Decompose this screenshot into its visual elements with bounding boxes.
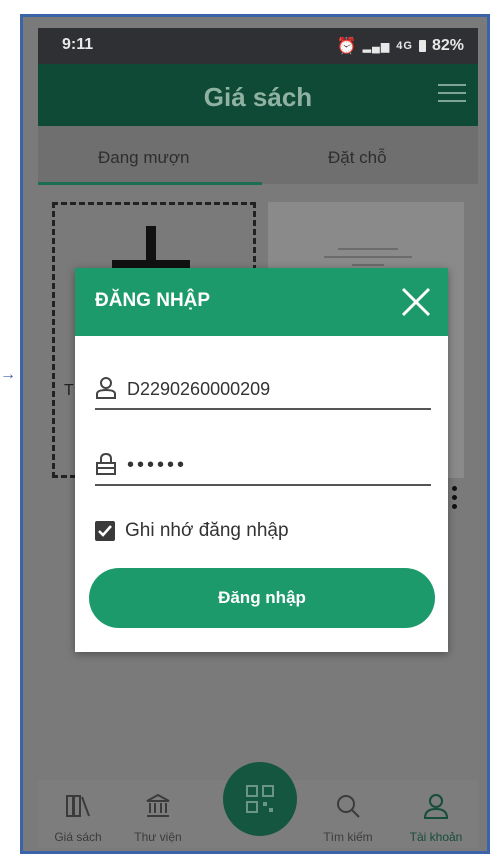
signal-icon: ▂▄▆ — [362, 40, 391, 53]
qr-scan-button[interactable] — [223, 762, 297, 836]
tab-reservations[interactable]: Đặt chỗ — [328, 148, 387, 168]
nav-label-library: Thư viện — [134, 830, 182, 844]
battery-percent: 82% — [431, 37, 464, 54]
status-bar: 9:11 ⏰ ▂▄▆ 4G 82% — [38, 28, 478, 64]
nav-label-bookshelf: Giá sách — [54, 830, 102, 844]
tab-bar: Đang mượn Đặt chỗ — [38, 126, 478, 184]
login-button[interactable]: Đăng nhập — [89, 568, 435, 628]
username-input[interactable] — [125, 374, 419, 404]
alarm-icon: ⏰ — [336, 38, 357, 55]
page-title: Giá sách — [203, 82, 313, 112]
dialog-title: ĐĂNG NHẬP — [95, 290, 211, 311]
tab-borrowing[interactable]: Đang mượn — [98, 148, 190, 168]
battery-icon — [418, 40, 426, 52]
status-right: ⏰ ▂▄▆ 4G 82% — [337, 36, 464, 56]
nav-label-account: Tài khoản — [409, 830, 463, 844]
more-options-icon[interactable] — [452, 486, 458, 513]
username-field — [95, 368, 431, 410]
menu-icon[interactable] — [438, 84, 466, 106]
remember-login-toggle[interactable]: Ghi nhớ đăng nhập — [95, 520, 289, 542]
status-time: 9:11 — [62, 36, 94, 53]
dialog-header: ĐĂNG NHẬP — [75, 268, 448, 336]
card-label-partial: T — [64, 382, 74, 399]
nav-item-account[interactable]: Tài khoản — [396, 780, 476, 848]
password-input[interactable] — [125, 450, 419, 480]
nav-label-search: Tìm kiếm — [323, 830, 373, 844]
checkmark-icon — [98, 525, 112, 537]
library-icon — [146, 793, 170, 817]
qr-scan-icon — [246, 785, 274, 813]
network-type: 4G — [396, 40, 413, 52]
app-bar: Giá sách — [38, 64, 478, 126]
nav-item-library[interactable]: Thư viện — [118, 780, 198, 848]
nav-item-search[interactable]: Tìm kiếm — [308, 780, 388, 848]
remember-label: Ghi nhớ đăng nhập — [125, 520, 289, 541]
bookshelf-icon — [66, 795, 90, 817]
account-icon — [423, 794, 449, 819]
arrow-pointer-icon: → — [0, 366, 16, 383]
user-icon — [96, 377, 116, 399]
password-field — [95, 444, 431, 486]
lock-icon — [96, 452, 116, 475]
search-icon — [337, 795, 360, 818]
login-dialog: ĐĂNG NHẬP Ghi nhớ đăng nhập Đăng nhập — [75, 268, 448, 652]
remember-checkbox[interactable] — [95, 521, 115, 541]
close-icon[interactable] — [398, 284, 434, 320]
bottom-nav: Giá sách Thư viện Tìm kiếm Tài khoản — [38, 762, 478, 848]
nav-item-bookshelf[interactable]: Giá sách — [38, 780, 118, 848]
